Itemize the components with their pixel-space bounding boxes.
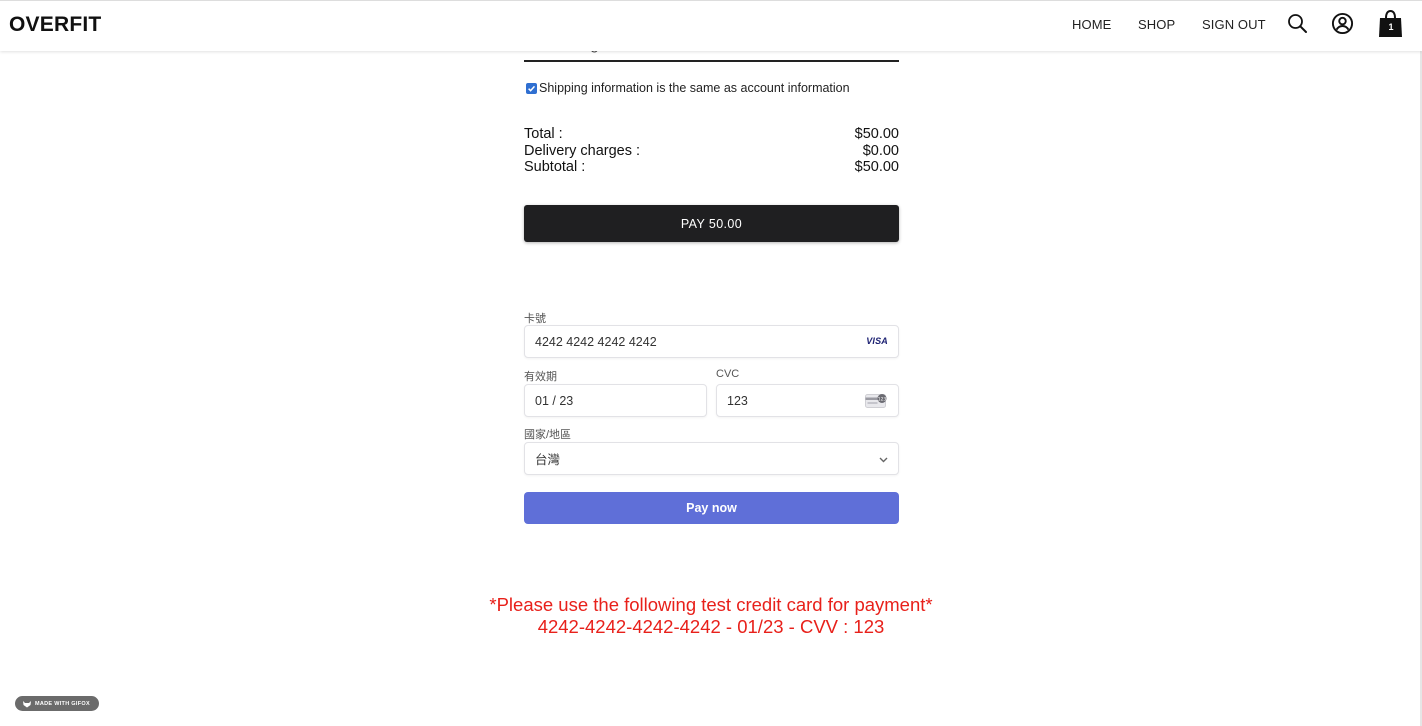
fox-icon bbox=[23, 700, 31, 707]
cvc-label: CVC bbox=[716, 368, 740, 380]
expiry-input[interactable]: 01 / 23 bbox=[524, 384, 707, 417]
card-number-label: 卡號 bbox=[524, 313, 546, 325]
test-card-note-line1: *Please use the following test credit ca… bbox=[489, 594, 933, 615]
pay-button[interactable]: PAY 50.00 bbox=[524, 205, 899, 242]
top-navbar: OVERFIT HOME SHOP SIGN OUT 1 bbox=[0, 0, 1422, 51]
test-card-note: *Please use the following test credit ca… bbox=[486, 594, 936, 637]
country-select[interactable]: 台灣 bbox=[524, 442, 899, 475]
summary-total-value: $50.00 bbox=[854, 126, 899, 142]
card-number-input[interactable]: 4242 4242 4242 4242 VISA bbox=[524, 325, 899, 358]
summary-delivery-value: $0.00 bbox=[862, 143, 899, 159]
gifox-badge-text: MADE WITH GIFOX bbox=[35, 700, 90, 707]
account-icon[interactable] bbox=[1331, 12, 1354, 35]
country-label: 國家/地區 bbox=[524, 429, 572, 441]
summary-total-label: Total : bbox=[524, 126, 563, 142]
shipping-same-checkbox[interactable] bbox=[526, 82, 537, 94]
visa-card-icon: VISA bbox=[866, 336, 888, 346]
nav-home-link[interactable]: HOME bbox=[1072, 17, 1111, 32]
summary-subtotal-label: Subtotal : bbox=[524, 159, 586, 175]
shipping-same-label: Shipping information is the same as acco… bbox=[539, 81, 850, 95]
summary-subtotal-row: Subtotal : $50.00 bbox=[524, 159, 899, 175]
cart-count-badge: 1 bbox=[1388, 22, 1394, 32]
gifox-badge: MADE WITH GIFOX bbox=[15, 696, 99, 711]
summary-subtotal-value: $50.00 bbox=[854, 159, 899, 175]
country-value: 台灣 bbox=[535, 453, 561, 467]
cvc-card-icon: 123 bbox=[865, 393, 888, 409]
svg-text:123: 123 bbox=[878, 396, 887, 402]
expiry-value: 01 / 23 bbox=[535, 393, 574, 408]
summary-total-row: Total : $50.00 bbox=[524, 126, 899, 142]
summary-delivery-row: Delivery charges : $0.00 bbox=[524, 143, 899, 159]
search-icon[interactable] bbox=[1287, 13, 1309, 35]
cvc-value: 123 bbox=[727, 393, 748, 408]
summary-delivery-label: Delivery charges : bbox=[524, 143, 641, 159]
nav-shop-link[interactable]: SHOP bbox=[1138, 17, 1175, 32]
expiry-label: 有效期 bbox=[524, 371, 557, 383]
shipping-same-row[interactable]: Shipping information is the same as acco… bbox=[526, 81, 850, 95]
test-card-note-line2: 4242-4242-4242-4242 - 01/23 - CVV : 123 bbox=[537, 615, 885, 637]
chevron-down-icon bbox=[878, 454, 889, 465]
card-number-value: 4242 4242 4242 4242 bbox=[535, 334, 657, 349]
cvc-input[interactable]: 123 123 bbox=[716, 384, 899, 417]
pay-now-button[interactable]: Pay now bbox=[524, 492, 899, 524]
nav-sign-out-link[interactable]: SIGN OUT bbox=[1202, 17, 1266, 32]
site-logo[interactable]: OVERFIT bbox=[9, 13, 101, 37]
